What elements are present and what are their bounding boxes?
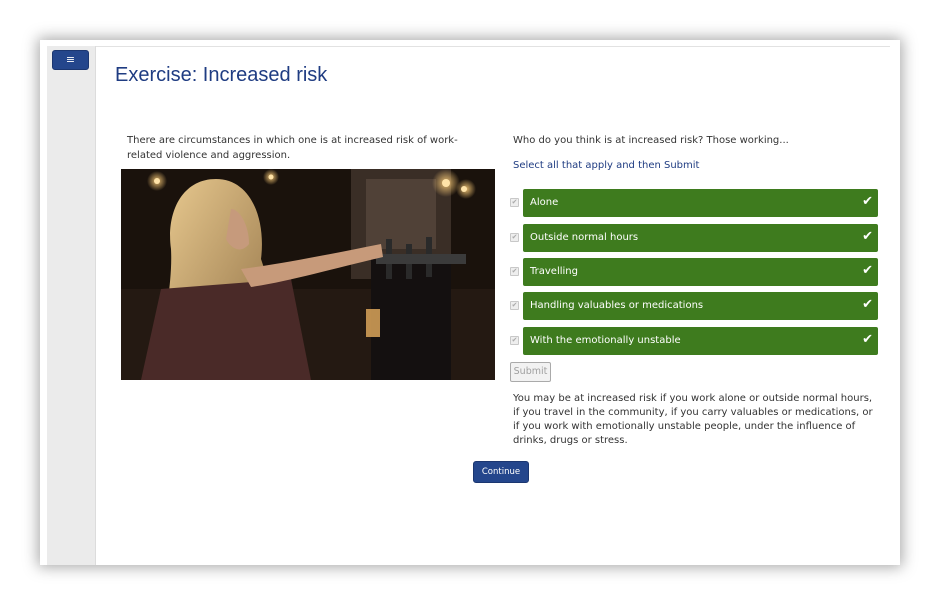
option-checkbox[interactable]: ✔ — [510, 301, 519, 310]
option-handling-valuables[interactable]: Handling valuables or medications ✔ — [523, 292, 878, 320]
option-label: Outside normal hours — [530, 232, 639, 243]
option-row: ✔ Travelling ✔ — [510, 258, 878, 286]
option-row: ✔ Handling valuables or medications ✔ — [510, 292, 878, 320]
checkbox-check-icon: ✔ — [511, 198, 518, 206]
option-row: ✔ Alone ✔ — [510, 189, 878, 217]
sidebar — [47, 46, 96, 565]
option-outside-normal-hours[interactable]: Outside normal hours ✔ — [523, 224, 878, 252]
option-emotionally-unstable[interactable]: With the emotionally unstable ✔ — [523, 327, 878, 355]
check-icon: ✔ — [862, 263, 873, 278]
option-label: Travelling — [530, 266, 578, 277]
photo-illustration — [121, 169, 495, 380]
hamburger-menu-icon: ≡ — [65, 53, 76, 66]
bartender-photo — [121, 169, 495, 380]
option-row: ✔ With the emotionally unstable ✔ — [510, 327, 878, 355]
option-checkbox[interactable]: ✔ — [510, 336, 519, 345]
feedback-text: You may be at increased risk if you work… — [513, 393, 873, 446]
option-alone[interactable]: Alone ✔ — [523, 189, 878, 217]
check-icon: ✔ — [862, 297, 873, 312]
check-icon: ✔ — [862, 229, 873, 244]
checkbox-check-icon: ✔ — [511, 301, 518, 309]
option-row: ✔ Outside normal hours ✔ — [510, 224, 878, 252]
checkbox-check-icon: ✔ — [511, 267, 518, 275]
top-divider — [96, 46, 890, 47]
instruction-text: Select all that apply and then Submit — [513, 160, 700, 171]
check-icon: ✔ — [862, 332, 873, 347]
continue-button[interactable]: Continue — [473, 461, 529, 483]
option-label: Alone — [530, 197, 559, 208]
option-checkbox[interactable]: ✔ — [510, 267, 519, 276]
page-title: Exercise: Increased risk — [115, 64, 328, 86]
checkbox-check-icon: ✔ — [511, 336, 518, 344]
submit-button[interactable]: Submit — [510, 362, 551, 382]
check-icon: ✔ — [862, 194, 873, 209]
question-prompt: Who do you think is at increased risk? T… — [513, 135, 789, 146]
option-checkbox[interactable]: ✔ — [510, 198, 519, 207]
menu-button[interactable]: ≡ — [52, 50, 89, 70]
checkbox-check-icon: ✔ — [511, 233, 518, 241]
lesson-window: ≡ Exercise: Increased risk There are cir… — [40, 40, 900, 565]
option-label: With the emotionally unstable — [530, 335, 681, 346]
option-travelling[interactable]: Travelling ✔ — [523, 258, 878, 286]
intro-text: There are circumstances in which one is … — [127, 135, 458, 161]
option-checkbox[interactable]: ✔ — [510, 233, 519, 242]
option-label: Handling valuables or medications — [530, 300, 704, 311]
